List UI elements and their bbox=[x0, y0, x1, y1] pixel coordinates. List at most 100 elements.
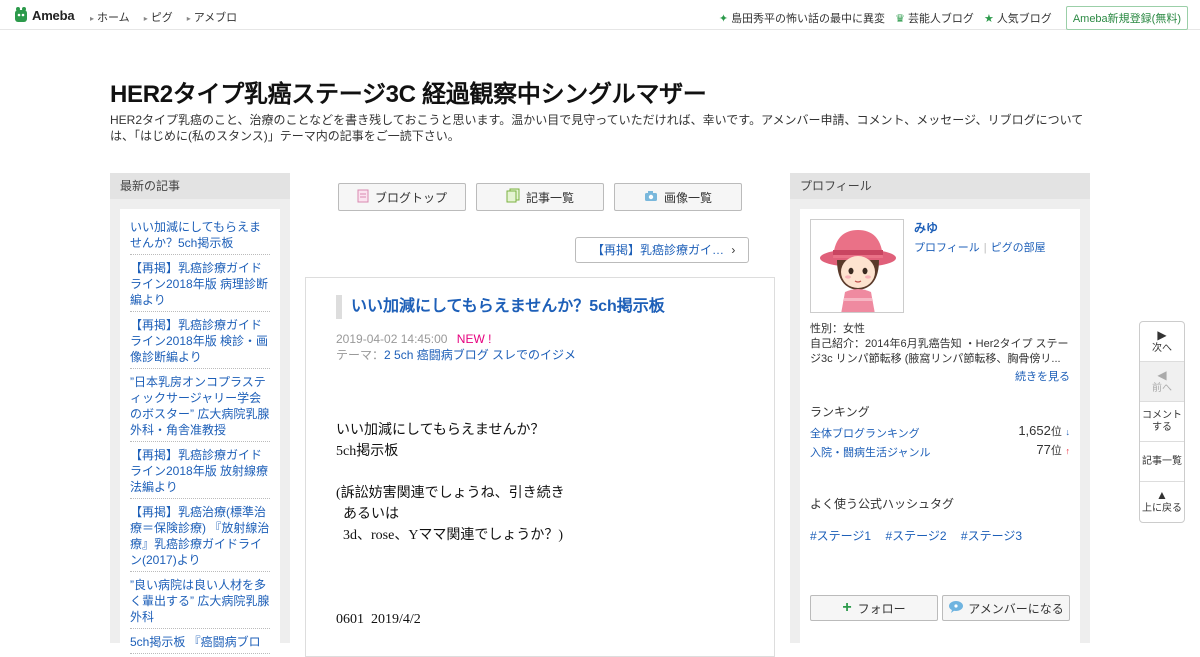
global-header: Ameba ホーム ピグ アメブロ ✦ 島田秀平の怖い話の最中に異変 ♛ 芸能人… bbox=[0, 0, 1200, 30]
avatar-image bbox=[811, 220, 903, 312]
prev-article-button[interactable]: 【再掲】乳癌診療ガイ… › bbox=[575, 237, 749, 263]
image-list-label: 画像一覧 bbox=[663, 190, 712, 205]
amember-label: アメンバーになる bbox=[968, 601, 1064, 616]
profile-name[interactable]: みゆ bbox=[914, 219, 938, 236]
article-list-float-button[interactable]: 記事一覧 bbox=[1140, 442, 1184, 482]
blog-nav-buttons: ブログトップ 記事一覧 画像一覧 bbox=[338, 183, 752, 211]
theme-prefix: テーマ： bbox=[336, 348, 385, 362]
next-label: 次へ bbox=[1152, 342, 1172, 354]
profile-heading: プロフィール bbox=[790, 173, 1090, 199]
prev-article-float-button: ◀ 前へ bbox=[1140, 362, 1184, 402]
ranking-row: 全体ブログランキング 1,652位 ↓ bbox=[810, 423, 1070, 441]
chevron-right-icon: › bbox=[731, 243, 736, 257]
image-list-button[interactable]: 画像一覧 bbox=[614, 183, 742, 211]
recent-articles-list: いい加減にしてもらえませんか？5ch掲示板 【再掲】乳癌診療ガイドライン2018… bbox=[120, 209, 280, 654]
list-item[interactable]: いい加減にしてもらえませんか？5ch掲示板 bbox=[130, 217, 270, 255]
article-list-label: 記事一覧 bbox=[525, 190, 574, 205]
link-separator: | bbox=[983, 242, 987, 254]
blog-top-button[interactable]: ブログトップ bbox=[338, 183, 466, 211]
article-meta: 2019-04-02 14:45:00 NEW ! テーマ：2 5ch 癌闘病ブ… bbox=[336, 331, 576, 363]
nav-ameblo[interactable]: アメブロ bbox=[187, 9, 237, 25]
ranking-value: 1,652位 ↓ bbox=[1018, 423, 1070, 439]
profile-intro: 自己紹介：2014年6月乳癌告知 ・Her2タイプ ステージ3c リンパ節転移 … bbox=[810, 338, 1069, 365]
ameba-logo[interactable]: Ameba bbox=[13, 6, 75, 24]
comment-label: コメントする bbox=[1142, 409, 1182, 433]
next-article-button[interactable]: ▶ 次へ bbox=[1140, 322, 1184, 362]
list-item[interactable]: 5ch掲示板 『癌闘病ブロ bbox=[130, 632, 270, 654]
topic-label: 島田秀平の怖い話の最中に異変 bbox=[731, 13, 886, 25]
ranking-row: 入院・闘病生活ジャンル 77位 ↑ bbox=[810, 442, 1070, 460]
hashtag-link[interactable]: #ステージ3 bbox=[961, 529, 1022, 543]
list-item[interactable]: ”良い病院は良い人材を多く輩出する” 広大病院乳腺外科 bbox=[130, 575, 270, 629]
nav-pigg[interactable]: ピグ bbox=[144, 9, 173, 25]
recent-articles-heading: 最新の記事 bbox=[110, 173, 290, 199]
profile-links: プロフィール | ピグの部屋 bbox=[914, 239, 1046, 255]
ranking-label-genre[interactable]: 入院・闘病生活ジャンル bbox=[810, 447, 930, 459]
profile-info: 性別：女性 自己紹介：2014年6月乳癌告知 ・Her2タイプ ステージ3c リ… bbox=[810, 322, 1072, 367]
list-item[interactable]: 【再掲】乳癌診療ガイドライン2018年版 放射線療法編より bbox=[130, 445, 270, 499]
back-to-top-label: 上に戻る bbox=[1142, 503, 1182, 514]
comment-button[interactable]: コメントする bbox=[1140, 402, 1184, 442]
profile-gender: 性別：女性 bbox=[810, 323, 865, 335]
floating-nav: ▶ 次へ ◀ 前へ コメントする 記事一覧 ▲ 上に戻る bbox=[1139, 321, 1185, 523]
hashtag-link[interactable]: #ステージ2 bbox=[885, 529, 946, 543]
hashtag-heading: よく使う公式ハッシュタグ bbox=[810, 497, 955, 511]
article-body: いい加減にしてもらえませんか？ 5ch掲示板 (訴訟妨害関連でしょうね、引き続き… bbox=[336, 423, 565, 627]
article-list-float-label: 記事一覧 bbox=[1142, 455, 1182, 467]
article-date: 2019-04-02 14:45:00 bbox=[336, 332, 448, 346]
article-title[interactable]: いい加減にしてもらえませんか？5ch掲示板 bbox=[336, 295, 665, 319]
ameba-logo-icon bbox=[15, 7, 27, 22]
follow-label: フォロー bbox=[857, 601, 906, 616]
ranking-heading: ランキング bbox=[810, 405, 870, 419]
article-list-button[interactable]: 記事一覧 bbox=[476, 183, 604, 211]
article: いい加減にしてもらえませんか？5ch掲示板 2019-04-02 14:45:0… bbox=[305, 277, 775, 657]
hashtag-list: #ステージ1 #ステージ2 #ステージ3 bbox=[810, 527, 1033, 544]
list-item[interactable]: 【再掲】乳癌診療ガイドライン2018年版 検診・画像診断編より bbox=[130, 315, 270, 369]
topic-link[interactable]: ✦ 島田秀平の怖い話の最中に異変 bbox=[719, 10, 885, 26]
profile-content: みゆ プロフィール | ピグの部屋 性別：女性 自己紹介：2014年6月乳癌告知 ・… bbox=[800, 209, 1080, 649]
star-icon: ★ bbox=[983, 12, 994, 25]
plus-icon: + bbox=[842, 599, 852, 616]
ranking-unit: 位 bbox=[1050, 426, 1062, 438]
blog-description: HER2タイプ乳癌のこと、治療のことなどを書き残しておこうと思います。温かい目で… bbox=[110, 113, 1084, 143]
ranking-value: 77位 ↑ bbox=[1036, 442, 1070, 458]
crown-icon: ♛ bbox=[895, 12, 905, 25]
read-more-link[interactable]: 続きを見る bbox=[1015, 368, 1070, 384]
article-theme-link[interactable]: 2 5ch 癌闘病ブログ スレでのイジメ bbox=[384, 348, 576, 362]
blog-title[interactable]: HER2タイプ乳癌ステージ3C 経過観察中シングルマザー bbox=[110, 74, 707, 109]
list-item[interactable]: ”日本乳房オンコプラスティックサージャリー学会のボスター” 広大病院乳腺外科・角… bbox=[130, 372, 270, 442]
amember-button[interactable]: アメンバーになる bbox=[942, 595, 1070, 621]
blog-top-label: ブログトップ bbox=[374, 190, 447, 205]
ranking-unit: 位 bbox=[1050, 445, 1062, 457]
avatar[interactable] bbox=[810, 219, 904, 313]
popular-blog-label: 人気ブログ bbox=[996, 13, 1052, 25]
pigg-room-link[interactable]: ピグの部屋 bbox=[991, 242, 1046, 254]
list-item[interactable]: 【再掲】乳癌診療ガイドライン2018年版 病理診断編より bbox=[130, 258, 270, 312]
profile-link[interactable]: プロフィール bbox=[914, 242, 980, 254]
back-to-top-button[interactable]: ▲ 上に戻る bbox=[1140, 482, 1184, 522]
global-nav: ホーム ピグ アメブロ bbox=[90, 9, 251, 25]
celebrity-blog-link[interactable]: ♛ 芸能人ブログ bbox=[895, 10, 974, 26]
list-icon bbox=[506, 188, 520, 206]
speech-bubble-icon bbox=[948, 600, 964, 616]
register-button[interactable]: Ameba新規登録(無料) bbox=[1065, 6, 1188, 30]
sparkle-icon: ✦ bbox=[718, 12, 729, 25]
hashtag-link[interactable]: #ステージ1 bbox=[810, 529, 871, 543]
ranking-label-overall[interactable]: 全体ブログランキング bbox=[810, 428, 920, 440]
new-badge: NEW ! bbox=[456, 332, 492, 346]
popular-blog-link[interactable]: ★ 人気ブログ bbox=[984, 10, 1052, 26]
nav-home[interactable]: ホーム bbox=[90, 9, 130, 25]
list-item[interactable]: 【再掲】乳癌治療(標準治療＝保険診療) 『放射線治療』乳癌診療ガイドライン(20… bbox=[130, 502, 270, 572]
document-icon bbox=[357, 189, 369, 206]
camera-icon bbox=[644, 190, 658, 205]
logo-text: Ameba bbox=[32, 7, 75, 23]
header-right: ✦ 島田秀平の怖い話の最中に異変 ♛ 芸能人ブログ ★ 人気ブログ Ameba新… bbox=[719, 6, 1188, 30]
arrow-up-icon: ↑ bbox=[1065, 446, 1071, 456]
celebrity-blog-label: 芸能人ブログ bbox=[907, 13, 974, 25]
triangle-left-icon: ◀ bbox=[1157, 367, 1167, 382]
arrow-down-icon: ↓ bbox=[1065, 427, 1071, 437]
follow-button[interactable]: + フォロー bbox=[810, 595, 938, 621]
ranking-number: 1,652 bbox=[1018, 423, 1051, 438]
profile-panel: プロフィール みゆ プロフィール | ピグの部屋 性別：女性 自己紹介：2014… bbox=[790, 173, 1090, 649]
triangle-up-icon: ▲ bbox=[1156, 488, 1168, 502]
